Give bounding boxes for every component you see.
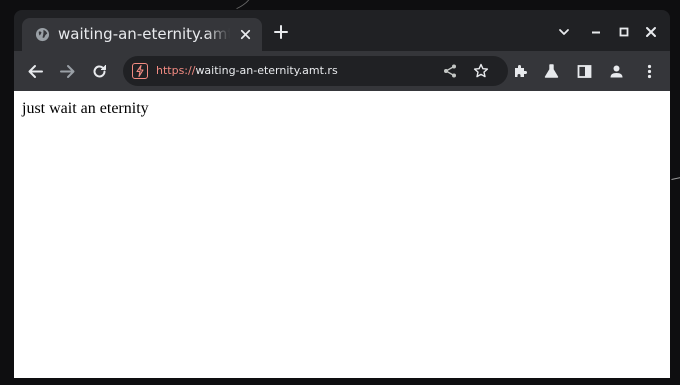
close-tab-icon[interactable] bbox=[238, 27, 253, 42]
new-tab-button[interactable] bbox=[273, 24, 289, 40]
address-bar[interactable]: https://waiting-an-eternity.amt.rs bbox=[123, 56, 508, 86]
url-text[interactable]: https://waiting-an-eternity.amt.rs bbox=[156, 63, 338, 79]
active-tab[interactable]: waiting-an-eternity.amt.rs bbox=[22, 18, 262, 51]
back-icon[interactable] bbox=[27, 63, 44, 80]
background-scribble bbox=[671, 177, 680, 186]
tab-search-icon[interactable] bbox=[557, 24, 571, 38]
url-scheme: https:// bbox=[156, 64, 196, 77]
reload-icon[interactable] bbox=[91, 63, 108, 80]
tab-title: waiting-an-eternity.amt.rs bbox=[58, 25, 230, 43]
maximize-icon[interactable] bbox=[617, 24, 631, 38]
page-viewport: just wait an eternity bbox=[14, 91, 670, 378]
url-host: waiting-an-eternity.amt.rs bbox=[195, 64, 338, 77]
not-secure-icon[interactable] bbox=[132, 63, 148, 79]
kebab-menu-icon[interactable] bbox=[641, 63, 658, 80]
globe-icon bbox=[35, 27, 50, 42]
profile-icon[interactable] bbox=[608, 63, 625, 80]
browser-window: waiting-an-eternity.amt.rs bbox=[14, 10, 670, 378]
close-window-icon[interactable] bbox=[644, 24, 658, 38]
forward-icon[interactable] bbox=[59, 63, 76, 80]
share-icon[interactable] bbox=[442, 63, 458, 79]
extensions-icon[interactable] bbox=[512, 63, 529, 80]
minimize-icon[interactable] bbox=[589, 24, 603, 38]
labs-icon[interactable] bbox=[543, 63, 560, 80]
side-panel-icon[interactable] bbox=[576, 63, 593, 80]
page-body-text: just wait an eternity bbox=[22, 100, 149, 117]
tab-strip: waiting-an-eternity.amt.rs bbox=[14, 10, 670, 51]
toolbar: https://waiting-an-eternity.amt.rs bbox=[14, 51, 670, 91]
star-icon[interactable] bbox=[473, 63, 489, 79]
